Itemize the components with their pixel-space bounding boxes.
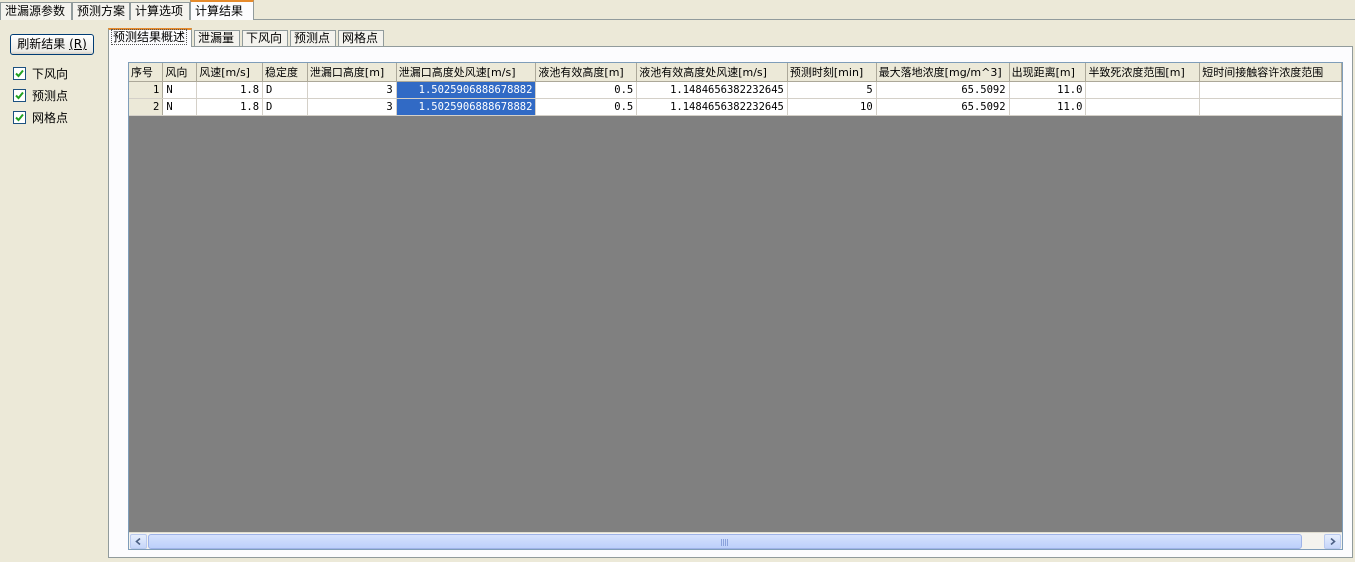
column-header[interactable]: 液池有效高度处风速[m/s] <box>636 63 788 82</box>
tab-leak-source-params[interactable]: 泄漏源参数 <box>0 2 72 20</box>
arrow-right-icon[interactable] <box>1324 534 1341 549</box>
check-icon[interactable] <box>13 66 26 80</box>
results-panel: 序号 风向 风速[m/s] 稳定度 泄漏口高度[m] 泄漏口高度处风速[m/s]… <box>108 46 1353 558</box>
table-cell[interactable]: 65.5092 <box>876 81 1010 99</box>
table-cell[interactable]: 0.5 <box>535 81 638 99</box>
checkbox-downwind[interactable]: 下风向 <box>13 65 68 81</box>
column-header[interactable]: 半致死浓度范围[m] <box>1085 63 1201 82</box>
refresh-results-button[interactable]: 刷新结果 (R) <box>10 34 94 55</box>
column-header[interactable]: 出现距离[m] <box>1009 63 1087 82</box>
table-cell[interactable]: 1.1484656382232645 <box>636 98 788 116</box>
main-tab-bar: 泄漏源参数 预测方案 计算选项 计算结果 <box>0 0 1355 20</box>
tab-prediction-plan[interactable]: 预测方案 <box>72 2 130 20</box>
check-icon[interactable] <box>13 110 26 124</box>
checkbox-prediction-point[interactable]: 预测点 <box>13 87 68 103</box>
table-cell[interactable]: 10 <box>787 98 877 116</box>
column-header[interactable]: 风速[m/s] <box>196 63 264 82</box>
arrow-left-icon[interactable] <box>130 534 147 549</box>
table-cell[interactable] <box>1199 98 1342 116</box>
subtab-summary-label: 预测结果概述 <box>110 29 188 45</box>
table-header-row: 序号 风向 风速[m/s] 稳定度 泄漏口高度[m] 泄漏口高度处风速[m/s]… <box>129 63 1342 82</box>
row-number-cell[interactable]: 2 <box>129 98 164 116</box>
table-cell[interactable] <box>1199 81 1342 99</box>
table-cell[interactable]: 3 <box>307 98 397 116</box>
table-cell[interactable]: 11.0 <box>1009 81 1087 99</box>
table-cell[interactable]: 11.0 <box>1009 98 1087 116</box>
column-header[interactable]: 预测时刻[min] <box>787 63 877 82</box>
table-cell[interactable]: N <box>162 98 198 116</box>
tab-calc-options[interactable]: 计算选项 <box>130 2 190 20</box>
subtab-grid-point[interactable]: 网格点 <box>338 30 384 47</box>
column-header[interactable]: 液池有效高度[m] <box>535 63 638 82</box>
refresh-results-label: 刷新结果 <box>17 37 66 51</box>
row-number-cell[interactable]: 1 <box>129 81 164 99</box>
table-cell[interactable]: 65.5092 <box>876 98 1010 116</box>
result-sub-tab-bar: 预测结果概述 泄漏量 下风向 预测点 网格点 <box>108 27 1353 47</box>
table-cell[interactable]: 1.8 <box>196 98 264 116</box>
table-cell[interactable]: D <box>262 98 308 116</box>
refresh-hotkey: (R) <box>69 37 87 51</box>
column-header[interactable]: 风向 <box>162 63 198 82</box>
grip-icon <box>721 539 729 546</box>
table-cell-selected[interactable]: 1.5025906888678882 <box>396 98 537 116</box>
table-cell[interactable]: N <box>162 81 198 99</box>
table-cell-selected[interactable]: 1.5025906888678882 <box>396 81 537 99</box>
column-header[interactable]: 最大落地浓度[mg/m^3] <box>876 63 1010 82</box>
left-options-panel: 刷新结果 (R) 下风向 预测点 网格点 <box>5 27 105 557</box>
column-header[interactable]: 稳定度 <box>262 63 308 82</box>
table-cell[interactable]: 5 <box>787 81 877 99</box>
table-cell[interactable] <box>1085 98 1201 116</box>
subtab-downwind[interactable]: 下风向 <box>242 30 288 47</box>
column-header[interactable]: 序号 <box>129 63 164 82</box>
scrollbar-thumb[interactable] <box>148 534 1302 549</box>
checkbox-downwind-label: 下风向 <box>32 66 69 81</box>
checkbox-prediction-point-label: 预测点 <box>32 88 69 103</box>
table-cell[interactable]: 0.5 <box>535 98 638 116</box>
results-grid[interactable]: 序号 风向 风速[m/s] 稳定度 泄漏口高度[m] 泄漏口高度处风速[m/s]… <box>128 62 1343 550</box>
subtab-prediction-point[interactable]: 预测点 <box>290 30 336 47</box>
table-row[interactable]: 2 N 1.8 D 3 1.5025906888678882 0.5 1.148… <box>129 98 1342 116</box>
column-header[interactable]: 泄漏口高度[m] <box>307 63 397 82</box>
table-cell[interactable] <box>1085 81 1201 99</box>
checkbox-grid-point[interactable]: 网格点 <box>13 109 68 125</box>
table-cell[interactable]: D <box>262 81 308 99</box>
column-header[interactable]: 短时间接触容许浓度范围 <box>1199 63 1342 82</box>
horizontal-scrollbar[interactable] <box>129 532 1342 549</box>
check-icon[interactable] <box>13 88 26 102</box>
table-cell[interactable]: 1.8 <box>196 81 264 99</box>
tab-calc-results[interactable]: 计算结果 <box>190 0 254 20</box>
results-table: 序号 风向 风速[m/s] 稳定度 泄漏口高度[m] 泄漏口高度处风速[m/s]… <box>129 63 1342 116</box>
subtab-leak-amount[interactable]: 泄漏量 <box>194 30 240 47</box>
column-header[interactable]: 泄漏口高度处风速[m/s] <box>396 63 537 82</box>
table-cell[interactable]: 3 <box>307 81 397 99</box>
checkbox-grid-point-label: 网格点 <box>32 110 69 125</box>
table-row[interactable]: 1 N 1.8 D 3 1.5025906888678882 0.5 1.148… <box>129 81 1342 99</box>
subtab-summary[interactable]: 预测结果概述 <box>108 28 192 47</box>
table-cell[interactable]: 1.1484656382232645 <box>636 81 788 99</box>
